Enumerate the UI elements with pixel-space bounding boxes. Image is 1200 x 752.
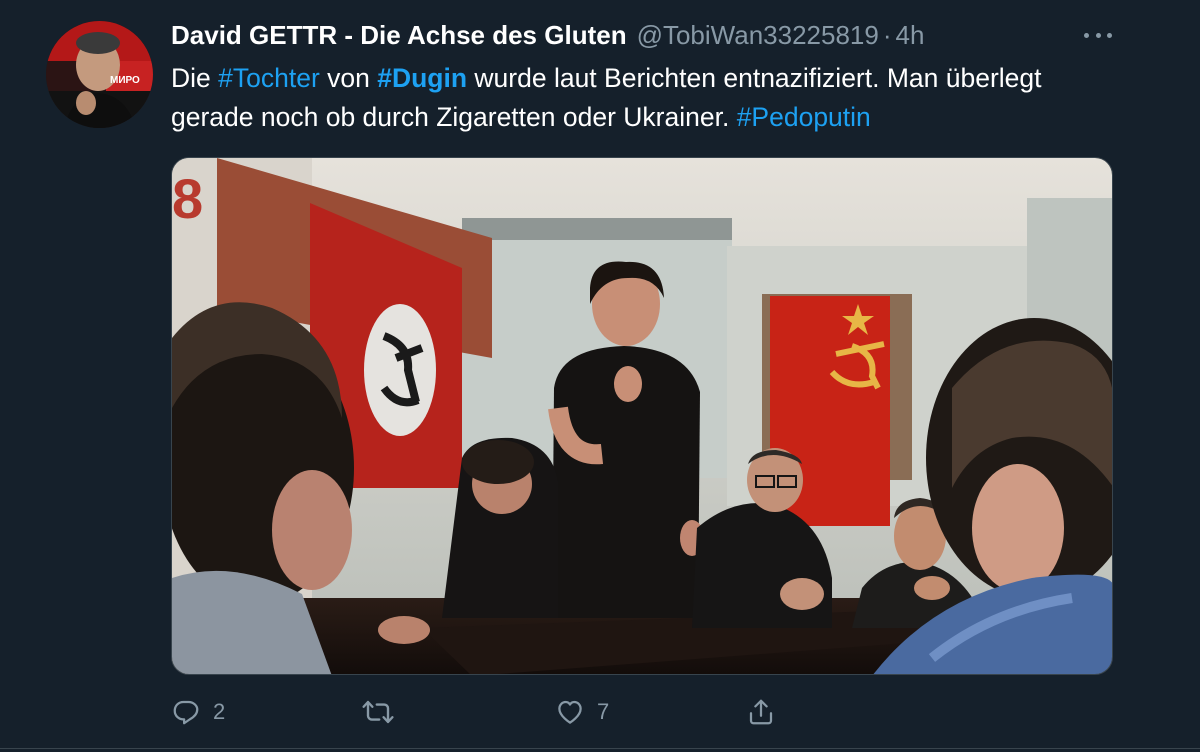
svg-text:МИРО: МИРО — [110, 75, 140, 86]
avatar-image: МИРО — [46, 21, 153, 128]
more-icon-dot — [1107, 32, 1112, 38]
more-icon-dot — [1095, 32, 1101, 38]
retweet-button[interactable] — [361, 694, 407, 730]
like-count: 7 — [597, 699, 610, 724]
tweet-header: David GETTR - Die Achse des Gluten @Tobi… — [171, 18, 924, 52]
reply-icon — [173, 700, 199, 725]
photo-meeting-scene: 8 — [172, 158, 1112, 674]
share-icon — [749, 699, 773, 725]
reply-button[interactable]: 2 — [171, 694, 225, 730]
tweet-time[interactable]: 4h — [896, 20, 925, 51]
tweet-text-segment: Die — [171, 63, 219, 93]
heart-icon — [558, 700, 582, 724]
tweet[interactable]: МИРО David GETTR - Die Achse des Gluten … — [0, 0, 1200, 752]
hashtag-tochter[interactable]: #Tochter — [218, 63, 320, 93]
more-button[interactable] — [1080, 22, 1116, 48]
hashtag-pedoputin[interactable]: #Pedoputin — [737, 102, 871, 132]
tweet-divider — [0, 748, 1200, 749]
more-icon — [1084, 32, 1089, 38]
tweet-text-segment: von — [319, 63, 378, 93]
reply-count: 2 — [213, 699, 226, 724]
tweet-actions: 2 7 — [171, 694, 791, 730]
hashtag-dugin[interactable]: #Dugin — [377, 63, 467, 93]
tweet-text: Die #Tochter von #Dugin wurde laut Beric… — [171, 59, 1131, 137]
separator-dot: · — [882, 19, 892, 50]
like-button[interactable]: 7 — [555, 694, 609, 730]
svg-text:8: 8 — [172, 167, 203, 230]
retweet-icon — [362, 700, 394, 724]
avatar[interactable]: МИРО — [46, 21, 153, 128]
tweet-photo[interactable]: 8 — [171, 157, 1113, 675]
author-handle[interactable]: @TobiWan33225819 — [637, 20, 879, 51]
share-button[interactable] — [746, 694, 776, 730]
author-name[interactable]: David GETTR - Die Achse des Gluten — [171, 20, 627, 51]
